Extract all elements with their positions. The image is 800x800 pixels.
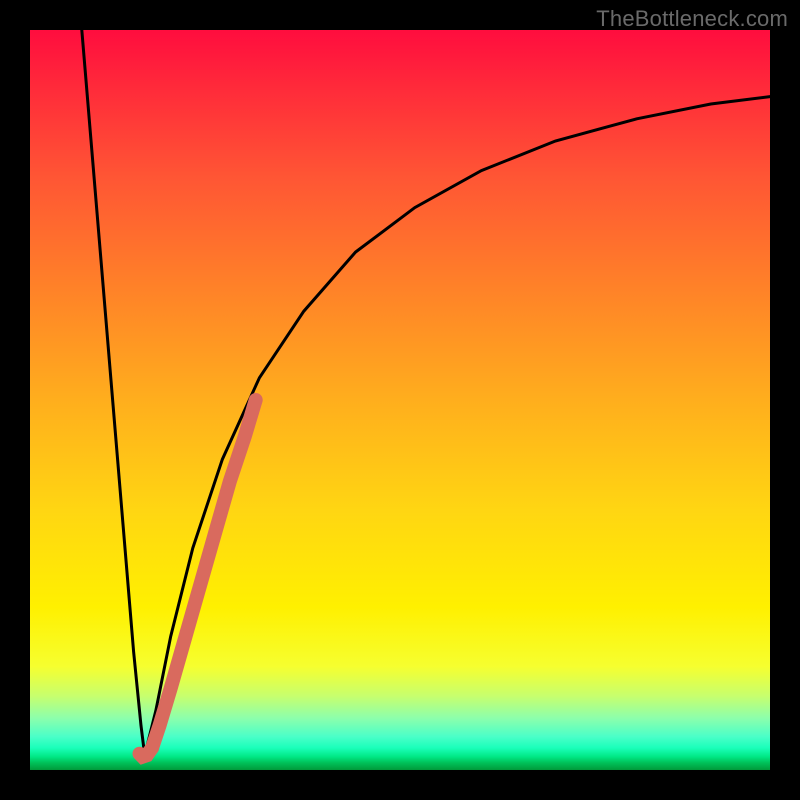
highlight-foot bbox=[140, 748, 153, 757]
watermark-text: TheBottleneck.com bbox=[596, 6, 788, 32]
chart-frame: TheBottleneck.com bbox=[0, 0, 800, 800]
highlight-segment bbox=[152, 400, 256, 748]
plot-area bbox=[30, 30, 770, 770]
curve-layer bbox=[30, 30, 770, 770]
curve-right-branch bbox=[145, 97, 770, 756]
curve-left-branch bbox=[82, 30, 145, 755]
